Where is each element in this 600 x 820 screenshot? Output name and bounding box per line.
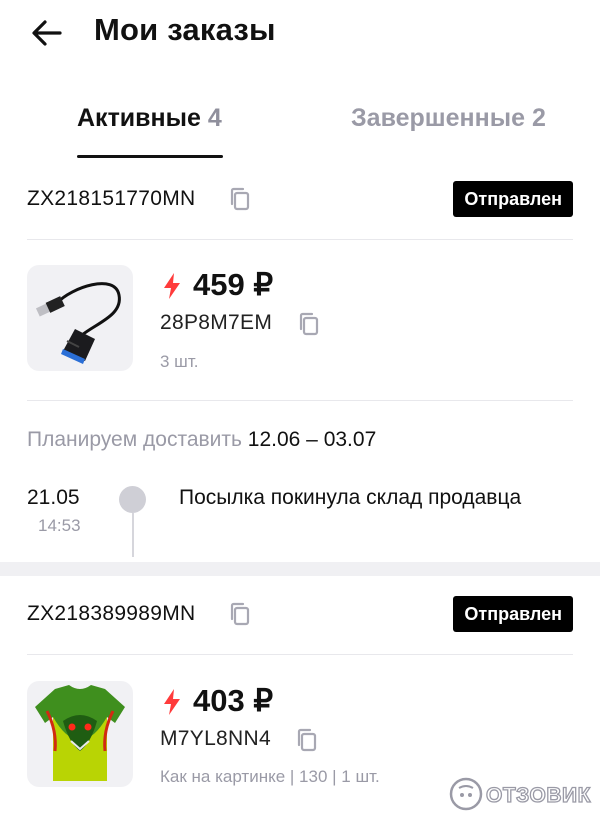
item-quantity: 3 шт. <box>160 352 199 371</box>
item-sku: M7YL8NN4 <box>160 727 271 750</box>
arrow-left-icon <box>32 20 62 46</box>
product-image[interactable] <box>27 265 133 371</box>
lightning-bolt-icon <box>164 273 180 299</box>
copy-icon[interactable] <box>228 186 252 212</box>
lightning-bolt-icon <box>164 689 180 715</box>
divider <box>27 239 573 240</box>
active-tab-indicator <box>77 155 223 158</box>
watermark-text: ОТЗОВИК <box>486 784 591 807</box>
copy-icon[interactable] <box>228 601 252 627</box>
product-image[interactable] <box>27 681 133 787</box>
item-sku: 28P8M7EM <box>160 311 273 334</box>
copy-icon[interactable] <box>297 311 321 337</box>
otzovik-watermark: ОТЗОВИК <box>448 776 591 812</box>
section-separator <box>0 562 600 576</box>
item-variant: Как на картинке | 130 | 1 шт. <box>160 767 380 786</box>
app-header: Мои заказы <box>0 0 600 70</box>
status-badge: Отправлен <box>453 596 573 632</box>
tab-active-orders[interactable]: Активные 4 <box>77 104 222 133</box>
order-tabs: Активные 4 Завершенные 2 <box>0 96 600 160</box>
tracking-line <box>132 513 134 557</box>
tracking-date: 21.05 <box>27 486 80 509</box>
divider <box>27 654 573 655</box>
tracking-time: 14:53 <box>38 516 81 535</box>
usb-sata-adapter-image <box>35 282 121 364</box>
tab-label: Завершенные <box>351 104 525 132</box>
delivery-dates: 12.06 – 03.07 <box>247 428 377 451</box>
tracking-dot <box>119 486 146 513</box>
order-number: ZX218389989MN <box>27 602 196 625</box>
item-price: 403 ₽ <box>193 683 274 718</box>
item-price: 459 ₽ <box>193 267 274 302</box>
delivery-estimate: Планируем доставить 12.06 – 03.07 <box>27 428 376 452</box>
tracking-event: Посылка покинула склад продавца <box>179 486 522 509</box>
tab-count: 2 <box>531 104 546 132</box>
page-title: Мои заказы <box>94 12 276 47</box>
copy-icon[interactable] <box>295 727 319 753</box>
order-number: ZX218151770MN <box>27 187 196 210</box>
delivery-label: Планируем доставить <box>27 428 242 451</box>
tab-count: 4 <box>207 104 222 132</box>
dragon-tshirt-image <box>35 685 125 781</box>
back-button[interactable] <box>30 18 64 48</box>
tab-label: Активные <box>77 104 201 132</box>
tab-completed-orders[interactable]: Завершенные 2 <box>351 104 546 133</box>
divider <box>27 400 573 401</box>
status-badge: Отправлен <box>453 181 573 217</box>
